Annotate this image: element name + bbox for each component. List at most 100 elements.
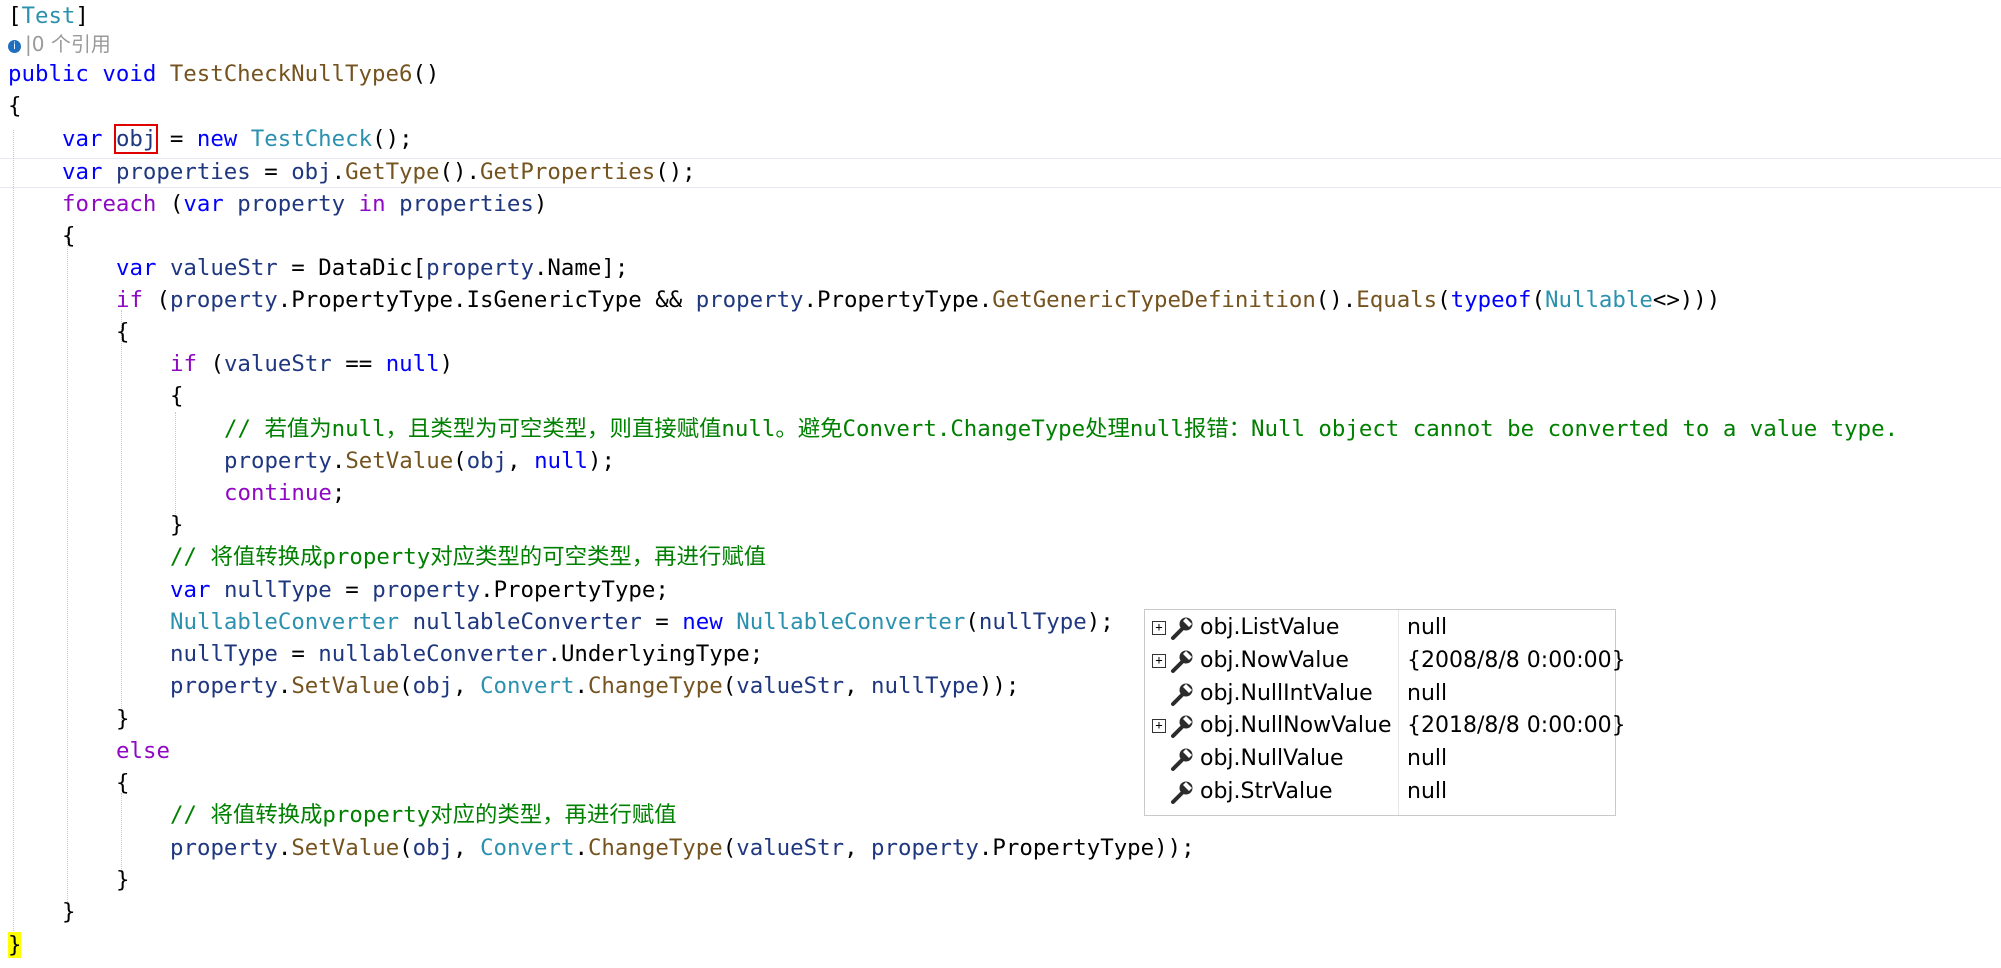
code-line-setvalue-propertytype[interactable]: property.SetValue(obj, Convert.ChangeTyp… — [170, 832, 1195, 864]
identifier: PropertyType — [493, 577, 656, 603]
variable: nullType — [978, 609, 1087, 635]
code-line-if-null[interactable]: if (valueStr == null) — [170, 348, 453, 380]
code-line-foreach[interactable]: foreach (var property in properties) — [62, 188, 547, 220]
expand-icon[interactable]: + — [1152, 719, 1166, 734]
code-line-signature[interactable]: public void TestCheckNullType6() — [8, 58, 439, 90]
codelens-references[interactable]: i |0 个引用 — [8, 29, 111, 59]
keyword: var — [62, 126, 103, 152]
variable: nullType — [170, 641, 278, 667]
identifier: PropertyType — [992, 835, 1155, 861]
datatip-row[interactable]: + obj.ListValue null — [1145, 612, 1615, 644]
keyword: continue — [224, 480, 332, 506]
code-editor[interactable]: [Test] i |0 个引用 public void TestCheckNull… — [0, 0, 2001, 968]
code-line-open-brace[interactable]: { — [8, 90, 21, 122]
wrench-icon — [1169, 746, 1195, 772]
code-line-properties-decl[interactable]: var properties = obj.GetType().GetProper… — [62, 156, 696, 188]
code-line-underlying[interactable]: nullType = nullableConverter.UnderlyingT… — [170, 638, 763, 670]
keyword: var — [183, 191, 224, 217]
identifier: UnderlyingType — [560, 641, 750, 667]
variable: valueStr — [736, 835, 845, 861]
brace: } — [116, 867, 130, 893]
identifier: Name — [547, 255, 602, 281]
code-line-if-generic[interactable]: if (property.PropertyType.IsGenericType … — [116, 284, 1720, 316]
code-line-obj-decl[interactable]: var obj = new TestCheck(); — [62, 123, 413, 155]
datatip-row[interactable]: obj.NullValue null — [1145, 743, 1615, 775]
variable: property — [170, 835, 278, 861]
attribute-name: Test — [21, 3, 76, 29]
brace: { — [62, 223, 76, 249]
datatip-property-value[interactable]: null — [1407, 743, 1447, 775]
keyword: new — [682, 609, 723, 635]
method-name: GetType — [345, 159, 440, 185]
variable: property — [695, 287, 804, 313]
punctuation: () — [412, 61, 440, 87]
keyword: in — [358, 191, 386, 217]
codelens-label[interactable]: |0 个引用 — [25, 32, 111, 56]
datatip-property-value[interactable]: null — [1407, 678, 1447, 710]
code-line-comment[interactable]: // 将值转换成property对应的类型，再进行赋值 — [170, 799, 677, 831]
variable: nullType — [871, 673, 979, 699]
datatip-property-value[interactable]: null — [1407, 776, 1447, 808]
variable: obj — [412, 835, 454, 861]
code-line-if-close[interactable]: } — [116, 703, 129, 735]
code-line-setvalue-nulltype[interactable]: property.SetValue(obj, Convert.ChangeTyp… — [170, 670, 1019, 702]
method-name: TestCheckNullType6 — [169, 61, 413, 87]
brace: { — [8, 93, 22, 119]
code-line-continue[interactable]: continue; — [224, 477, 345, 509]
keyword: new — [196, 126, 238, 152]
keyword: null — [385, 351, 440, 377]
obj-variable-highlighted[interactable]: obj — [113, 124, 159, 154]
method-name: SetValue — [345, 448, 454, 474]
variable: obj — [291, 159, 332, 185]
datatip-property-name: obj.NullNowValue — [1200, 713, 1392, 739]
code-line-attribute[interactable]: [Test] — [8, 0, 89, 32]
code-line-comment[interactable]: // 若值为null，且类型为可空类型，则直接赋值null。避免Convert.… — [224, 413, 1898, 445]
code-line-valuestr-decl[interactable]: var valueStr = DataDic[property.Name]; — [116, 252, 628, 284]
brace: } — [62, 899, 76, 925]
code-line-setvalue-null[interactable]: property.SetValue(obj, null); — [224, 445, 615, 477]
method-name: GetGenericTypeDefinition — [992, 287, 1316, 313]
code-line-foreach-close[interactable]: } — [62, 896, 75, 928]
code-line-method-close[interactable]: } — [8, 929, 22, 961]
debugger-datatip[interactable]: + obj.ListValue null + obj.NowValue {2008/8/8… — [1144, 609, 1626, 816]
code-line-if-open[interactable]: { — [116, 316, 129, 348]
code-line-nulltype-decl[interactable]: var nullType = property.PropertyType; — [170, 574, 669, 606]
code-line-converter-decl[interactable]: NullableConverter nullableConverter = ne… — [170, 606, 1114, 638]
brace: { — [170, 383, 184, 409]
datatip-property-value[interactable]: {2008/8/8 0:00:00} — [1407, 645, 1626, 677]
variable: property — [170, 673, 278, 699]
datatip-row[interactable]: + obj.NowValue {2008/8/8 0:00:00} — [1145, 645, 1626, 677]
datatip-property-name: obj.NullIntValue — [1200, 680, 1373, 706]
bracket: [ — [8, 3, 22, 29]
indent-guide — [13, 130, 14, 935]
brace: { — [116, 770, 130, 796]
variable: property — [224, 448, 332, 474]
keyword: void — [102, 61, 157, 87]
variable: property — [237, 191, 346, 217]
code-line-comment[interactable]: // 将值转换成property对应类型的可空类型，再进行赋值 — [170, 541, 766, 573]
identifier: PropertyType — [291, 287, 454, 313]
datatip-property-name: obj.NullValue — [1200, 746, 1344, 772]
datatip-row[interactable]: + obj.NullNowValue {2018/8/8 0:00:00} — [1145, 710, 1626, 742]
method-name: GetProperties — [479, 159, 656, 185]
datatip-row[interactable]: obj.NullIntValue null — [1145, 678, 1615, 710]
keyword: typeof — [1450, 287, 1532, 313]
comment-text: // 将值转换成property对应的类型，再进行赋值 — [170, 802, 677, 828]
expand-icon[interactable]: + — [1152, 653, 1166, 668]
code-line-if-null-open[interactable]: { — [170, 380, 183, 412]
code-line-if-null-close[interactable]: } — [170, 509, 183, 541]
matched-brace: } — [8, 932, 22, 958]
code-line-foreach-open[interactable]: { — [62, 220, 75, 252]
variable: nullableConverter — [318, 641, 548, 667]
datatip-row[interactable]: obj.StrValue null — [1145, 776, 1615, 808]
datatip-property-value[interactable]: null — [1407, 612, 1447, 644]
code-line-else-open[interactable]: { — [116, 767, 129, 799]
code-line-else-close[interactable]: } — [116, 864, 129, 896]
expand-icon[interactable]: + — [1152, 621, 1166, 635]
variable: property — [871, 835, 979, 861]
brace: } — [170, 512, 184, 538]
datatip-property-value[interactable]: {2018/8/8 0:00:00} — [1407, 710, 1626, 742]
comment-text: // 若值为null，且类型为可空类型，则直接赋值null。避免Convert.… — [224, 416, 1899, 442]
variable: properties — [115, 159, 251, 185]
code-line-else[interactable]: else — [116, 735, 170, 767]
